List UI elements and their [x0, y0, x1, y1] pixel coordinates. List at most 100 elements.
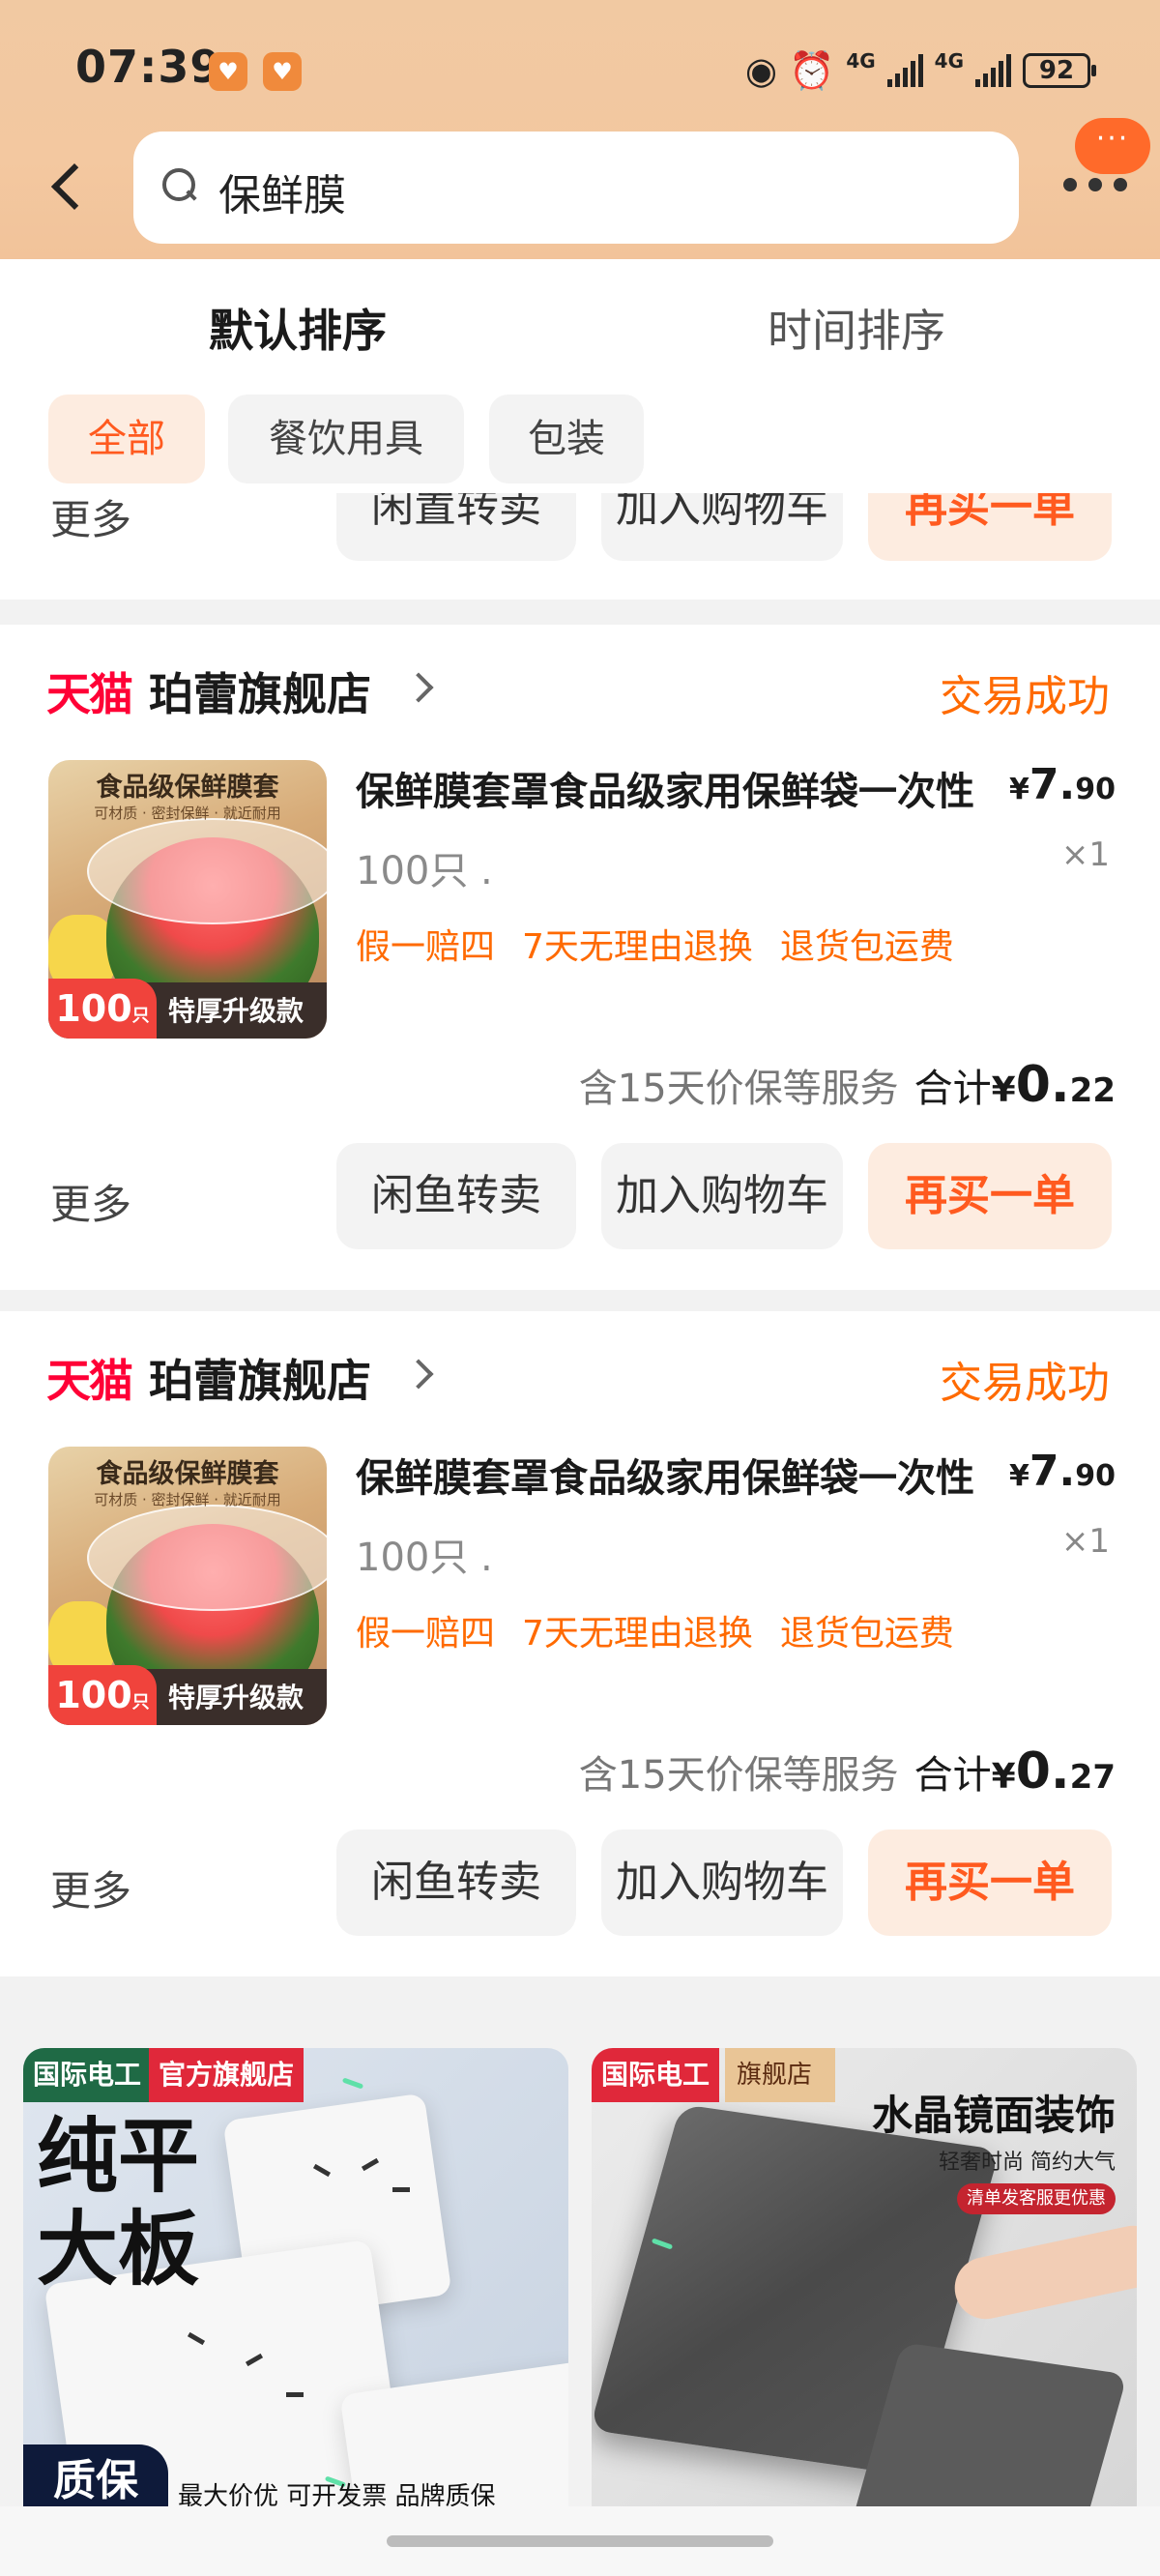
shop-name[interactable]: 珀蕾旗舰店	[149, 659, 371, 723]
price-decimal: 90	[1075, 1459, 1116, 1493]
order-status: 交易成功	[940, 672, 1110, 721]
quantity: ×1	[1060, 835, 1110, 874]
service-tag: 假一赔四	[356, 927, 496, 967]
price-protection-note[interactable]: 含15天价保等服务	[579, 1057, 899, 1113]
thumbnail-film	[87, 818, 327, 924]
total-decimal: 22	[1069, 1071, 1116, 1110]
subline: 轻奢时尚 简约大气	[939, 2151, 1116, 2175]
total-integer: 0.	[1015, 1742, 1070, 1800]
more-link[interactable]: 更多	[50, 493, 131, 546]
product-spec: 100只 .	[356, 849, 493, 893]
warranty-badge: 质保	[23, 2444, 168, 2512]
battery-icon: 92	[1023, 53, 1096, 88]
price-currency: ¥	[1009, 773, 1030, 806]
order-total: 含15天价保等服务 合计 ¥ 0. 22	[579, 1056, 1116, 1114]
thumbnail-label: 特厚升级款	[168, 995, 304, 1027]
resell-button[interactable]: 闲置转卖	[336, 493, 576, 561]
order-card: 天猫 珀蕾旗舰店 交易成功 食品级保鲜膜套 可材质 · 密封保鲜 · 就近耐用 …	[0, 1311, 1160, 1976]
search-icon	[162, 168, 199, 205]
brand-badge: 国际电工	[23, 2048, 152, 2102]
thumbnail-count-badge: 100只	[48, 979, 157, 1039]
finger-image	[948, 2219, 1137, 2326]
recommendation-card[interactable]: 国际电工 旗舰店 水晶镜面装饰 轻奢时尚 简约大气 清单发客服更优惠	[592, 2048, 1137, 2512]
resell-button[interactable]: 闲鱼转卖	[336, 1830, 576, 1936]
socket-slot	[286, 2392, 304, 2397]
chip-dining[interactable]: 餐饮用具	[228, 395, 464, 483]
eye-icon: ◉	[744, 49, 777, 92]
thumbnail-unit: 只	[131, 1692, 150, 1712]
add-to-cart-button[interactable]: 加入购物车	[601, 1830, 843, 1936]
thumbnail-unit: 只	[131, 1006, 150, 1026]
order-card: 天猫 珀蕾旗舰店 交易成功 食品级保鲜膜套 可材质 · 密封保鲜 · 就近耐用 …	[0, 625, 1160, 1290]
notification-heart-icon: ♥	[263, 52, 302, 91]
recommendation-card[interactable]: 国际电工 官方旗舰店 纯平 大板 质保 最大价优 可开发票 品牌质保	[23, 2048, 568, 2512]
service-tag: 退货包运费	[779, 927, 954, 967]
total-label: 合计	[914, 1753, 992, 1798]
chevron-right-icon[interactable]	[403, 1359, 434, 1390]
notification-heart-icon: ♥	[209, 52, 247, 91]
order-total: 含15天价保等服务 合计 ¥ 0. 27	[579, 1742, 1116, 1800]
home-bar	[0, 2506, 1160, 2576]
total-currency: ¥	[991, 1757, 1016, 1797]
product-spec: 100只 .	[356, 1536, 493, 1580]
tmall-logo: 天猫	[46, 668, 133, 720]
price-protection-note[interactable]: 含15天价保等服务	[579, 1743, 899, 1800]
signal-icon	[975, 54, 1011, 87]
service-tag: 退货包运费	[779, 1614, 954, 1654]
thumbnail-title: 食品级保鲜膜套	[96, 1459, 279, 1489]
price-integer: 7.	[1029, 1447, 1076, 1496]
search-input[interactable]: 保鲜膜	[133, 132, 1019, 244]
tab-time-sort[interactable]: 时间排序	[768, 296, 945, 360]
product-title[interactable]: 保鲜膜套罩食品级家用保鲜袋一次性	[356, 760, 1013, 816]
order-card-partial: 更多 闲置转卖 加入购物车 再买一单	[0, 493, 1160, 600]
total-currency: ¥	[991, 1070, 1016, 1110]
thumbnail-label: 特厚升级款	[168, 1682, 304, 1713]
shop-name[interactable]: 珀蕾旗舰店	[149, 1346, 371, 1410]
back-button[interactable]	[46, 157, 85, 215]
thumbnail-count: 100	[55, 1674, 132, 1716]
headline: 纯平 大板	[37, 2110, 199, 2296]
message-badge-icon[interactable]: ···	[1075, 118, 1150, 174]
product-title[interactable]: 保鲜膜套罩食品级家用保鲜袋一次性	[356, 1447, 1013, 1503]
total-decimal: 27	[1069, 1758, 1116, 1797]
service-tag: 7天无理由退换	[522, 1614, 753, 1654]
chip-packaging[interactable]: 包装	[489, 395, 644, 483]
headline-line: 纯平	[37, 2109, 200, 2204]
network-label: 4G	[934, 49, 964, 73]
status-time: 07:39	[75, 41, 222, 93]
status-icons: ◉ ⏰ 4G 4G 92	[744, 46, 1096, 95]
service-tags: 假一赔四 7天无理由退换 退货包运费	[356, 1605, 954, 1655]
more-link[interactable]: 更多	[50, 1859, 131, 1917]
add-to-cart-button[interactable]: 加入购物车	[601, 1143, 843, 1249]
price-decimal: 90	[1075, 773, 1116, 806]
product-thumbnail[interactable]: 食品级保鲜膜套 可材质 · 密封保鲜 · 就近耐用 100只 特厚升级款	[48, 760, 327, 1039]
unit-price: ¥7.90	[1009, 1447, 1116, 1496]
switch-led	[341, 2077, 364, 2090]
thumbnail-title: 食品级保鲜膜套	[96, 773, 279, 803]
chip-all[interactable]: 全部	[48, 395, 205, 483]
buy-again-button[interactable]: 再买一单	[868, 1143, 1112, 1249]
thumbnail-subtitle: 可材质 · 密封保鲜 · 就近耐用	[94, 805, 281, 822]
status-bar: 07:39 ♥ ♥ ◉ ⏰ 4G 4G 92	[0, 35, 1160, 102]
order-status: 交易成功	[940, 1359, 1110, 1408]
service-tags: 假一赔四 7天无理由退换 退货包运费	[356, 919, 954, 969]
resell-button[interactable]: 闲鱼转卖	[336, 1143, 576, 1249]
socket-slot	[392, 2187, 410, 2192]
headline-line: 大板	[37, 2202, 200, 2297]
home-indicator[interactable]	[387, 2535, 773, 2547]
network-label: 4G	[846, 49, 876, 73]
signal-icon	[886, 54, 923, 87]
more-link[interactable]: 更多	[50, 1172, 131, 1231]
buy-again-button[interactable]: 再买一单	[868, 493, 1112, 561]
store-badge: 旗舰店	[725, 2048, 836, 2102]
price-currency: ¥	[1009, 1459, 1030, 1493]
chevron-right-icon[interactable]	[403, 672, 434, 703]
tab-default-sort[interactable]: 默认排序	[209, 296, 387, 360]
buy-again-button[interactable]: 再买一单	[868, 1830, 1112, 1936]
unit-price: ¥7.90	[1009, 760, 1116, 809]
total-label: 合计	[914, 1067, 992, 1111]
add-to-cart-button[interactable]: 加入购物车	[601, 493, 843, 561]
product-thumbnail[interactable]: 食品级保鲜膜套 可材质 · 密封保鲜 · 就近耐用 100只 特厚升级款	[48, 1447, 327, 1725]
tmall-logo: 天猫	[46, 1355, 133, 1407]
service-tag: 7天无理由退换	[522, 927, 753, 967]
